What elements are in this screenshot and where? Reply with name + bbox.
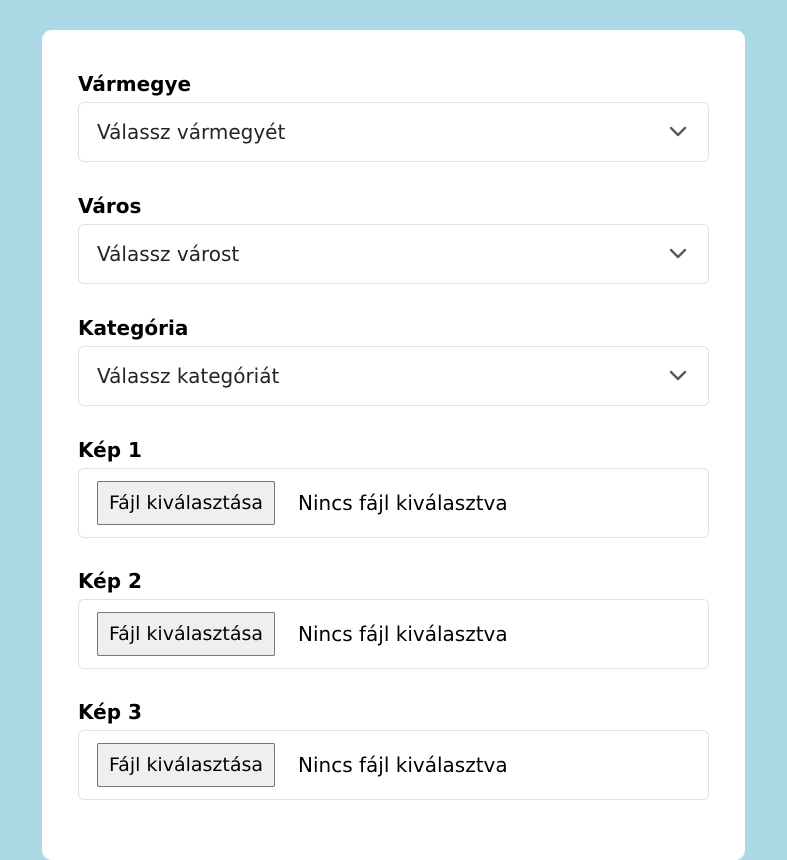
chevron-down-icon (669, 126, 687, 137)
city-select[interactable]: Válassz várost (78, 224, 709, 284)
image-2-file-input: Fájl kiválasztása Nincs fájl kiválasztva (78, 599, 709, 669)
image-2-label: Kép 2 (78, 569, 142, 593)
county-select[interactable]: Válassz vármegyét (78, 102, 709, 162)
county-select-value: Válassz vármegyét (97, 120, 286, 144)
category-field: Kategória Válassz kategóriát (78, 316, 709, 406)
county-field: Vármegye Válassz vármegyét (78, 72, 709, 162)
chevron-down-icon (669, 370, 687, 381)
category-select-value: Válassz kategóriát (97, 364, 280, 388)
chevron-down-icon (669, 248, 687, 259)
city-field: Város Válassz várost (78, 194, 709, 284)
category-select[interactable]: Válassz kategóriát (78, 346, 709, 406)
image-2-choose-file-button[interactable]: Fájl kiválasztása (97, 612, 276, 656)
county-label: Vármegye (78, 72, 192, 96)
category-label: Kategória (78, 316, 189, 340)
image-3-file-status: Nincs fájl kiválasztva (298, 753, 508, 777)
image-1-file-input: Fájl kiválasztása Nincs fájl kiválasztva (78, 468, 709, 538)
image-1-file-status: Nincs fájl kiválasztva (298, 491, 508, 515)
image-1-label: Kép 1 (78, 438, 142, 462)
city-select-value: Válassz várost (97, 242, 240, 266)
image-1-choose-file-button[interactable]: Fájl kiválasztása (97, 481, 276, 525)
image-3-choose-file-button[interactable]: Fájl kiválasztása (97, 743, 276, 787)
image-1-field: Kép 1 Fájl kiválasztása Nincs fájl kivál… (78, 438, 709, 538)
city-label: Város (78, 194, 142, 218)
image-2-file-status: Nincs fájl kiválasztva (298, 622, 508, 646)
form-card: Vármegye Válassz vármegyét Város Válassz… (42, 30, 745, 860)
image-3-file-input: Fájl kiválasztása Nincs fájl kiválasztva (78, 730, 709, 800)
image-2-field: Kép 2 Fájl kiválasztása Nincs fájl kivál… (78, 569, 709, 669)
image-3-field: Kép 3 Fájl kiválasztása Nincs fájl kivál… (78, 700, 709, 800)
image-3-label: Kép 3 (78, 700, 142, 724)
